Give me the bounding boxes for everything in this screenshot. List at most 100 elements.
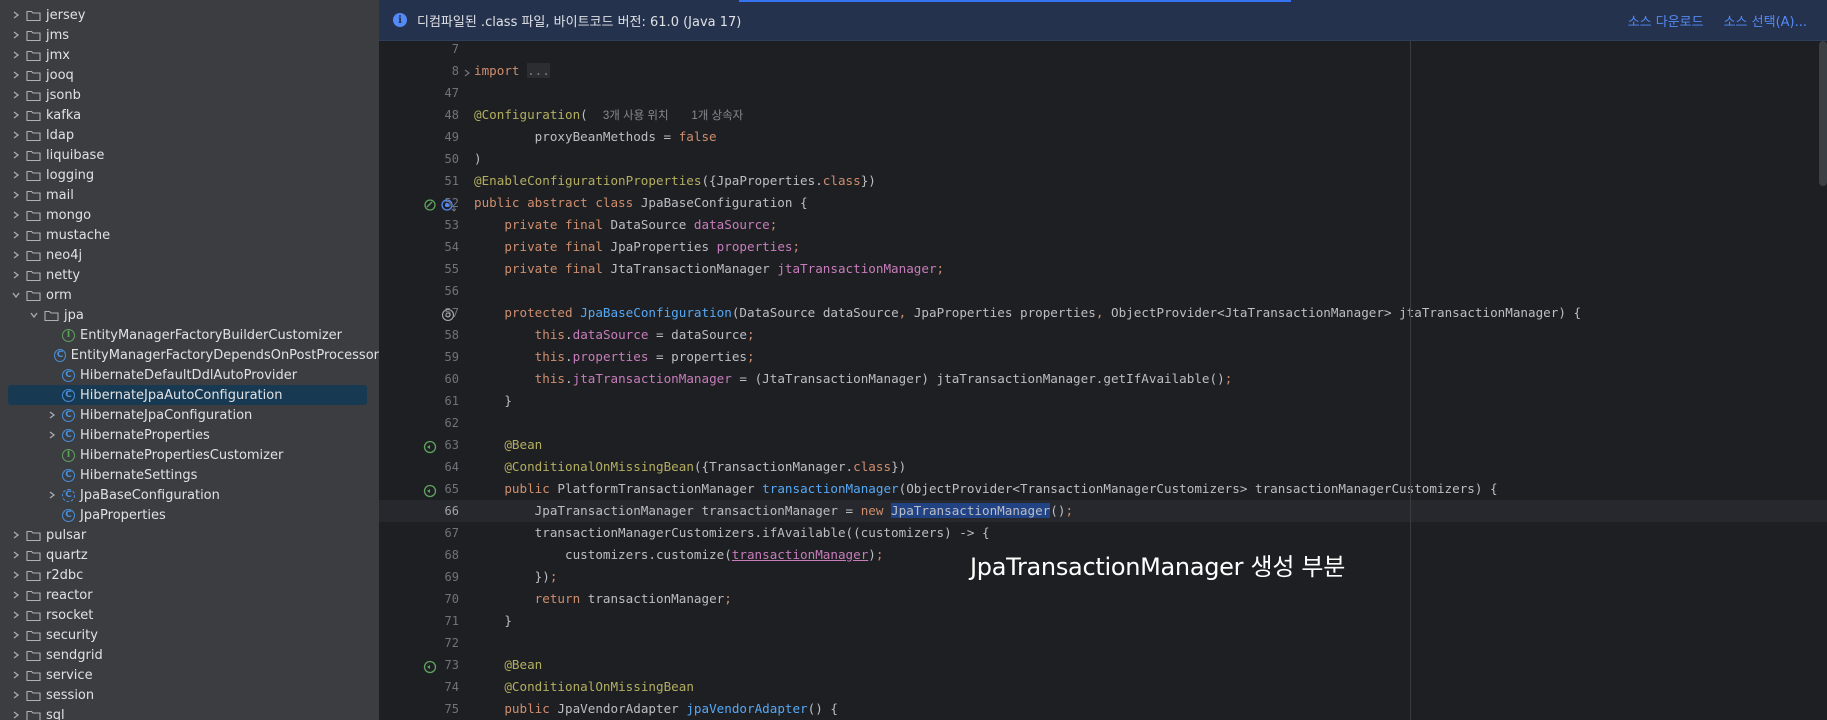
code-text[interactable]: this.jtaTransactionManager = (JtaTransac… [474,368,1233,390]
code-text[interactable]: @ConditionalOnMissingBean({TransactionMa… [474,456,906,478]
code-row[interactable]: 47 [379,82,1827,104]
code-editor[interactable]: 7 8 import ... 47 48 @Configuration( 3개 사용 위치… [379,41,1827,720]
chevron-right-icon[interactable] [10,49,22,61]
tree-folder-security[interactable]: security [0,625,379,645]
code-row[interactable]: 64 @ConditionalOnMissingBean({Transactio… [379,456,1827,478]
chevron-right-icon[interactable] [46,429,58,441]
tree-class-item[interactable]: C HibernateJpaAutoConfiguration [0,385,379,405]
code-row[interactable]: 51 @EnableConfigurationProperties({JpaPro… [379,170,1827,192]
code-text[interactable]: return transactionManager; [474,588,732,610]
code-row[interactable]: 58 this.dataSource = dataSource; [379,324,1827,346]
tree-folder-jooq[interactable]: jooq [0,65,379,85]
chevron-right-icon[interactable] [10,589,22,601]
chevron-right-icon[interactable] [10,249,22,261]
chevron-down-icon[interactable] [28,309,40,321]
code-row[interactable]: 65 public PlatformTransactionManager tra… [379,478,1827,500]
chevron-right-icon[interactable] [10,129,22,141]
code-text[interactable]: }); [474,566,558,588]
tree-folder-jmx[interactable]: jmx [0,45,379,65]
code-text[interactable]: JpaTransactionManager transactionManager… [474,500,1073,522]
editor-scrollbar[interactable] [1819,41,1827,186]
code-row[interactable]: 62 [379,412,1827,434]
chevron-right-icon[interactable] [10,709,22,720]
tree-class-item[interactable]: I HibernatePropertiesCustomizer [0,445,379,465]
code-text[interactable]: this.dataSource = dataSource; [474,324,755,346]
code-text[interactable]: public PlatformTransactionManager transa… [474,478,1497,500]
tree-folder-mail[interactable]: mail [0,185,379,205]
tree-folder-mustache[interactable]: mustache [0,225,379,245]
chevron-right-icon[interactable] [10,669,22,681]
code-text[interactable]: @Bean [474,654,542,676]
code-row[interactable]: 48 @Configuration( 3개 사용 위치 1개 상속자 [379,104,1827,126]
code-row[interactable]: 67 transactionManagerCustomizers.ifAvail… [379,522,1827,544]
chevron-right-icon[interactable] [10,569,22,581]
chevron-right-icon[interactable] [46,489,58,501]
code-row[interactable]: 52 public abstract class JpaBaseConfigura… [379,192,1827,214]
download-sources-link[interactable]: 소스 다운로드 [1628,11,1704,30]
tree-class-item[interactable]: C HibernateProperties [0,425,379,445]
tree-folder-mongo[interactable]: mongo [0,205,379,225]
chevron-right-icon[interactable] [10,689,22,701]
tree-folder-r2dbc[interactable]: r2dbc [0,565,379,585]
folded-import[interactable]: ... [527,63,550,78]
chevron-right-icon[interactable] [10,209,22,221]
tree-folder-netty[interactable]: netty [0,265,379,285]
code-row[interactable]: 73 @Bean [379,654,1827,676]
tree-folder-orm[interactable]: orm [0,285,379,305]
implemented-icon[interactable] [423,196,457,212]
chevron-right-icon[interactable] [10,609,22,621]
tree-folder-jersey[interactable]: jersey [0,5,379,25]
tree-folder-kafka[interactable]: kafka [0,105,379,125]
code-row[interactable]: 59 this.properties = properties; [379,346,1827,368]
choose-sources-link[interactable]: 소스 선택(A)... [1724,11,1807,30]
tree-class-item[interactable]: C HibernateJpaConfiguration [0,405,379,425]
code-text[interactable]: public JpaVendorAdapter jpaVendorAdapter… [474,698,838,720]
inheritors-hint[interactable]: 1개 상속자 [691,110,743,122]
code-row[interactable]: 55 private final JtaTransactionManager j… [379,258,1827,280]
code-text[interactable]: private final JtaTransactionManager jtaT… [474,258,944,280]
code-text[interactable]: proxyBeanMethods = false [474,126,717,148]
chevron-right-icon[interactable] [10,229,22,241]
tree-folder-jsonb[interactable]: jsonb [0,85,379,105]
tree-folder-jms[interactable]: jms [0,25,379,45]
code-text[interactable]: @EnableConfigurationProperties({JpaPrope… [474,170,876,192]
chevron-right-icon[interactable] [10,29,22,41]
code-row[interactable]: 63 @Bean [379,434,1827,456]
code-text[interactable]: protected JpaBaseConfiguration(DataSourc… [474,302,1581,324]
tree-folder-ldap[interactable]: ldap [0,125,379,145]
chevron-right-icon[interactable] [10,89,22,101]
code-text[interactable]: customizers.customize(transactionManager… [474,544,883,566]
tree-folder-service[interactable]: service [0,665,379,685]
code-row[interactable]: 54 private final JpaProperties propertie… [379,236,1827,258]
chevron-down-icon[interactable] [10,289,22,301]
tree-folder-sendgrid[interactable]: sendgrid [0,645,379,665]
chevron-right-icon[interactable] [10,269,22,281]
code-row[interactable]: 49 proxyBeanMethods = false [379,126,1827,148]
chevron-right-icon[interactable] [10,9,22,21]
chevron-right-icon[interactable] [10,149,22,161]
chevron-right-icon[interactable] [10,109,22,121]
code-text[interactable]: public abstract class JpaBaseConfigurati… [474,192,808,214]
code-text[interactable]: private final JpaProperties properties; [474,236,800,258]
code-text[interactable]: private final DataSource dataSource; [474,214,777,236]
code-row[interactable]: 50) [379,148,1827,170]
chevron-right-icon[interactable] [10,169,22,181]
current-line[interactable]: 66 JpaTransactionManager transactionMana… [379,500,1827,522]
code-row[interactable]: 71 } [379,610,1827,632]
chevron-right-icon[interactable] [10,629,22,641]
tree-folder-rsocket[interactable]: rsocket [0,605,379,625]
code-row[interactable]: 56 [379,280,1827,302]
code-text[interactable]: this.properties = properties; [474,346,755,368]
chevron-right-icon[interactable] [10,649,22,661]
tree-folder-neo4j[interactable]: neo4j [0,245,379,265]
bean-icon[interactable] [423,658,437,674]
code-text[interactable]: ) [474,148,482,170]
tree-folder-jpa[interactable]: jpa [0,305,379,325]
annotation-at-icon[interactable] [441,306,455,322]
code-text[interactable]: import ... [474,60,550,82]
tree-class-item[interactable]: C JpaBaseConfiguration [0,485,379,505]
tree-folder-pulsar[interactable]: pulsar [0,525,379,545]
bean-icon[interactable] [423,438,437,454]
code-text[interactable]: } [474,610,512,632]
code-row[interactable]: 74 @ConditionalOnMissingBean [379,676,1827,698]
